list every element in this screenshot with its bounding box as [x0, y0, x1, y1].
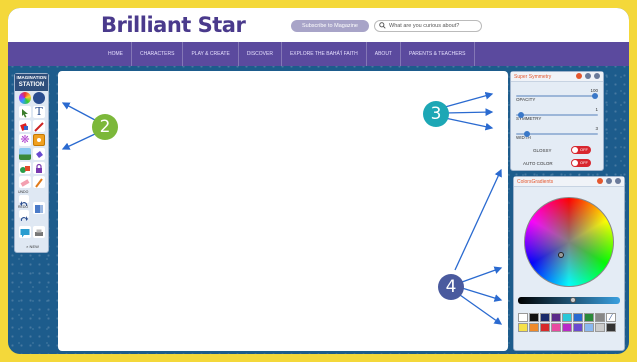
arrow-2b: [61, 133, 96, 150]
arrow-3c: [444, 117, 494, 131]
arrow-4b: [461, 266, 503, 283]
arrow-4d: [459, 294, 503, 325]
arrow-4a: [454, 168, 502, 271]
callout-arrows: [61, 91, 503, 325]
arrow-3b: [444, 108, 494, 117]
callout-badge-2: 2: [92, 114, 118, 140]
callout-badge-4: 4: [438, 274, 464, 300]
arrow-3a: [444, 91, 494, 108]
arrow-2a: [61, 102, 96, 121]
callout-badge-3: 3: [423, 101, 449, 127]
app-frame: Brilliant Star Subscribe to Magazine Wha…: [8, 8, 629, 354]
arrow-4c: [461, 287, 503, 302]
